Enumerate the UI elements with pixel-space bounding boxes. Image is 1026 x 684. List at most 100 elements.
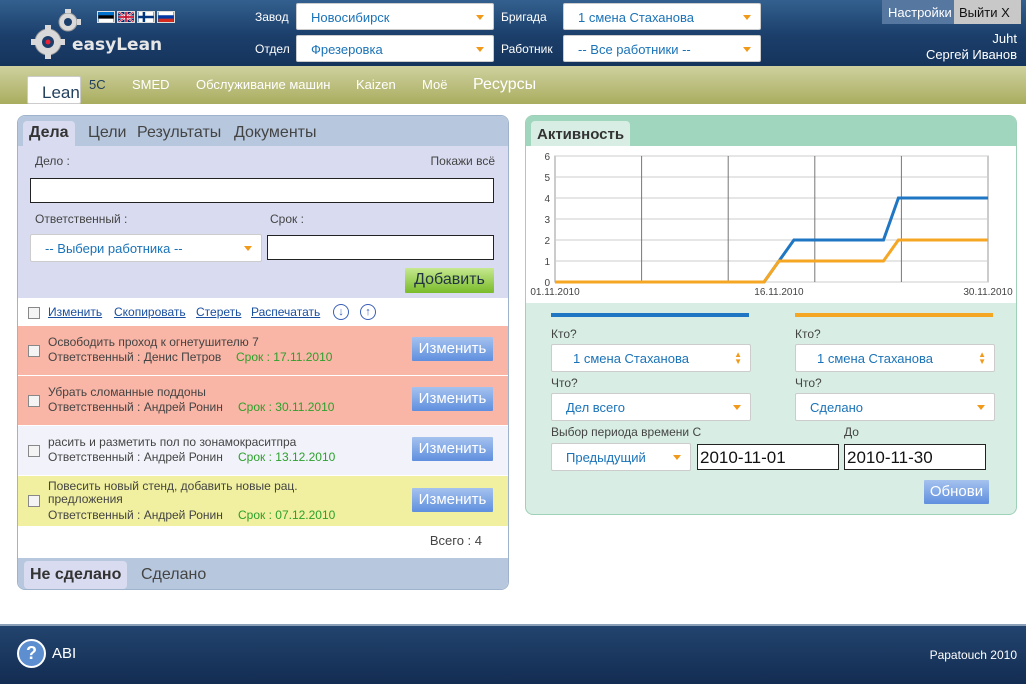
- who-select-right[interactable]: 1 смена Стаханова ▲ ▼: [795, 344, 995, 372]
- dept-label: Отдел: [255, 42, 290, 56]
- task-checkbox[interactable]: [28, 395, 40, 407]
- dept-select[interactable]: Фрезеровка: [296, 35, 494, 62]
- what-select-right-value: Сделано: [810, 400, 863, 415]
- uk-flag[interactable]: [117, 11, 135, 23]
- settings-button[interactable]: Настройки: [882, 0, 954, 24]
- tab-goals[interactable]: Цели: [82, 121, 132, 146]
- help-icon[interactable]: ?: [17, 639, 46, 668]
- estonia-flag[interactable]: [97, 11, 115, 23]
- chevron-down-icon: [743, 15, 751, 20]
- task-title: расить и разметить пол по зонамокраситпр…: [48, 435, 297, 449]
- add-task-form: Дело : Покажи всё Ответственный : Срок :…: [18, 146, 508, 298]
- to-date-input[interactable]: 2010-11-30: [844, 444, 986, 470]
- add-button[interactable]: Добавить: [405, 268, 494, 293]
- user-login: Juht: [992, 31, 1017, 46]
- y-tick-label: 6: [544, 152, 550, 163]
- edit-link[interactable]: Изменить: [48, 305, 102, 319]
- language-flags: [97, 11, 175, 23]
- task-edit-button[interactable]: Изменить: [412, 437, 493, 461]
- nav-5c[interactable]: 5C: [89, 77, 106, 92]
- task-checkbox[interactable]: [28, 445, 40, 457]
- help-label: ABI: [52, 645, 77, 662]
- due-label: Срок :: [270, 212, 304, 226]
- plant-label: Завод: [255, 10, 289, 24]
- task-responsible: Ответственный : Андрей Ронин: [48, 400, 223, 414]
- select-all-checkbox[interactable]: [28, 307, 40, 319]
- tasks-tabs: Дела Цели Результаты Документы: [18, 116, 508, 146]
- nav-lean[interactable]: Lean: [27, 76, 81, 104]
- tab-not-done[interactable]: Не сделано: [24, 561, 128, 589]
- what-select-left-value: Дел всего: [566, 400, 625, 415]
- nav-mine[interactable]: Моё: [422, 77, 447, 92]
- y-tick-label: 1: [544, 257, 550, 268]
- task-checkbox[interactable]: [28, 345, 40, 357]
- what-select-left[interactable]: Дел всего: [551, 393, 751, 421]
- task-edit-button[interactable]: Изменить: [412, 488, 493, 512]
- task-row: расить и разметить пол по зонамокраситпр…: [18, 426, 508, 476]
- print-link[interactable]: Распечатать: [251, 305, 320, 319]
- tab-documents[interactable]: Документы: [228, 121, 322, 146]
- nav-smed[interactable]: SMED: [132, 77, 170, 92]
- responsible-label: Ответственный :: [35, 212, 128, 226]
- tasks-panel: Дела Цели Результаты Документы Дело : По…: [17, 115, 509, 590]
- nav-resources[interactable]: Ресурсы: [473, 76, 536, 94]
- worker-select[interactable]: -- Все работники --: [563, 35, 761, 62]
- copy-link[interactable]: Скопировать: [114, 305, 186, 319]
- tab-tasks[interactable]: Дела: [23, 121, 75, 146]
- refresh-button[interactable]: Обнови: [924, 480, 989, 504]
- worker-select-value: -- Все работники --: [578, 42, 691, 57]
- arrow-down-icon[interactable]: ↓: [333, 304, 349, 320]
- from-date-input[interactable]: 2010-11-01: [697, 444, 839, 470]
- chevron-down-icon: [673, 455, 681, 460]
- activity-tabbar: Активность: [526, 116, 1016, 146]
- task-total: Всего : 4: [429, 533, 482, 548]
- task-row: Освободить проход к огнетушителю 7 Ответ…: [18, 326, 508, 376]
- plant-select[interactable]: Новосибирск: [296, 3, 494, 30]
- task-row: Повесить новый стенд, добавить новые рац…: [18, 476, 508, 527]
- task-due: Срок : 07.12.2010: [238, 508, 336, 522]
- task-checkbox[interactable]: [28, 495, 40, 507]
- task-row: Убрать сломанные поддоны Ответственный :…: [18, 376, 508, 426]
- chevron-down-icon: [977, 405, 985, 410]
- chevron-down-icon: [244, 246, 252, 251]
- activity-panel: Активность 0 1 2 3 4 5 6 01.11.2010 16.11.2010 30…: [525, 115, 1017, 515]
- status-tabs: Не сделано Сделано: [18, 558, 508, 589]
- arrow-up-icon[interactable]: ↑: [360, 304, 376, 320]
- responsible-select[interactable]: -- Выбери работника --: [30, 234, 262, 262]
- finland-flag[interactable]: [137, 11, 155, 23]
- worker-label: Работник: [501, 42, 553, 56]
- show-all-link[interactable]: Покажи всё: [431, 154, 495, 168]
- y-tick-label: 2: [544, 236, 550, 247]
- period-label: Выбор периода времени С: [551, 425, 702, 439]
- due-input[interactable]: [267, 235, 494, 260]
- updown-icon: ▲ ▼: [978, 350, 986, 366]
- who-select-left[interactable]: 1 смена Стаханова ▲ ▼: [551, 344, 751, 372]
- legend-orange-line: [795, 313, 993, 317]
- svg-text:easyLean: easyLean: [72, 35, 162, 55]
- task-label: Дело :: [35, 154, 70, 168]
- task-responsible: Ответственный : Андрей Ронин: [48, 450, 223, 464]
- brigade-select-value: 1 смена Стаханова: [578, 10, 694, 25]
- brigade-label: Бригада: [501, 10, 547, 24]
- task-edit-button[interactable]: Изменить: [412, 337, 493, 361]
- nav-kaizen[interactable]: Kaizen: [356, 77, 396, 92]
- x-tick-label: 30.11.2010: [963, 287, 1013, 298]
- tab-activity[interactable]: Активность: [531, 121, 631, 146]
- logout-button[interactable]: Выйти X: [954, 0, 1021, 24]
- period-select-value: Предыдущий: [566, 450, 646, 465]
- what-select-right[interactable]: Сделано: [795, 393, 995, 421]
- tab-results[interactable]: Результаты: [131, 121, 227, 146]
- task-title: Освободить проход к огнетушителю 7: [48, 335, 259, 349]
- brigade-select[interactable]: 1 смена Стаханова: [563, 3, 761, 30]
- delete-link[interactable]: Стереть: [196, 305, 241, 319]
- footer: ? ABI Papatouch 2010: [0, 624, 1026, 684]
- legend-blue-line: [551, 313, 749, 317]
- period-select[interactable]: Предыдущий: [551, 443, 691, 471]
- y-tick-label: 4: [544, 194, 550, 205]
- task-edit-button[interactable]: Изменить: [412, 387, 493, 411]
- nav-maintenance[interactable]: Обслуживание машин: [196, 77, 330, 92]
- russia-flag[interactable]: [157, 11, 175, 23]
- task-responsible: Ответственный : Андрей Ронин: [48, 508, 223, 522]
- tab-done[interactable]: Сделано: [135, 561, 212, 586]
- task-input[interactable]: [30, 178, 494, 203]
